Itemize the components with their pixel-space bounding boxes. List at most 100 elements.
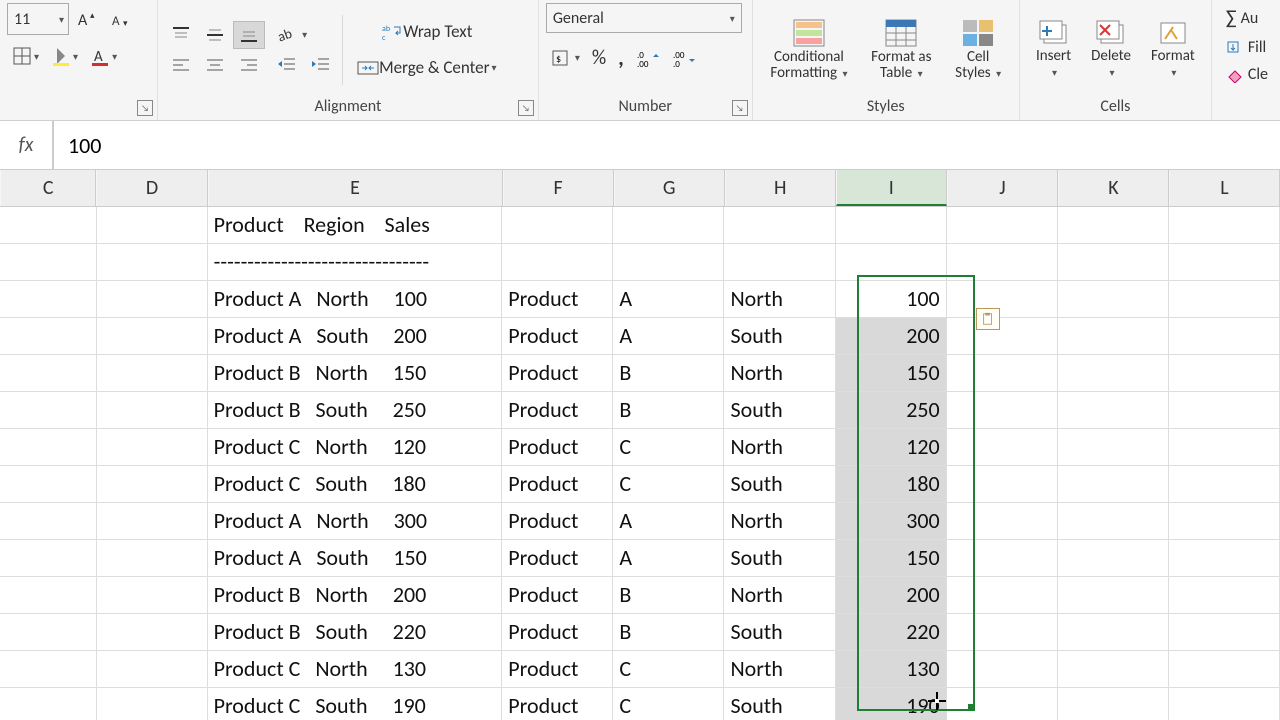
cell[interactable] — [1169, 688, 1280, 720]
cell[interactable] — [1058, 429, 1169, 465]
cell[interactable] — [97, 577, 208, 613]
cell[interactable] — [947, 688, 1058, 720]
cell[interactable]: Product A North 300 — [208, 503, 503, 539]
cell[interactable]: 220 — [836, 614, 947, 650]
cell[interactable] — [97, 503, 208, 539]
cell[interactable]: Product — [502, 318, 613, 354]
cell[interactable]: Product C North 130 — [208, 651, 503, 687]
cell[interactable] — [0, 355, 97, 391]
cell[interactable]: A — [613, 503, 724, 539]
cell[interactable]: 150 — [836, 355, 947, 391]
comma-button[interactable]: , — [613, 41, 629, 74]
cell[interactable] — [0, 429, 97, 465]
cell[interactable]: B — [613, 577, 724, 613]
cell[interactable]: South — [724, 318, 835, 354]
cell[interactable] — [0, 651, 97, 687]
cell[interactable]: North — [724, 355, 835, 391]
delete-button[interactable]: Delete▾ — [1084, 16, 1138, 84]
cell[interactable] — [836, 207, 947, 243]
fill-color-button[interactable]: ▾ — [46, 43, 83, 69]
cell[interactable] — [1169, 355, 1280, 391]
cell[interactable]: Product B South 220 — [208, 614, 503, 650]
cell[interactable] — [97, 355, 208, 391]
column-header-C[interactable]: C — [0, 170, 96, 206]
cell[interactable] — [97, 244, 208, 280]
cell[interactable]: A — [613, 540, 724, 576]
cell[interactable] — [97, 429, 208, 465]
cell[interactable]: Product — [502, 540, 613, 576]
cell[interactable]: Product B South 250 — [208, 392, 503, 428]
cell[interactable]: 300 — [836, 503, 947, 539]
cell[interactable] — [0, 392, 97, 428]
cell[interactable] — [0, 688, 97, 720]
cell[interactable]: 250 — [836, 392, 947, 428]
increase-decimal-button[interactable]: .0.00 — [631, 45, 665, 71]
format-button[interactable]: Format▾ — [1144, 16, 1202, 84]
cell[interactable]: Product — [502, 281, 613, 317]
cell[interactable]: 100 — [836, 281, 947, 317]
cell[interactable] — [947, 244, 1058, 280]
align-top-button[interactable] — [165, 21, 197, 49]
cell[interactable] — [0, 503, 97, 539]
column-header-G[interactable]: G — [614, 170, 725, 206]
cell[interactable]: South — [724, 688, 835, 720]
accounting-format-button[interactable]: $▾ — [546, 45, 585, 71]
cell[interactable]: Product — [502, 466, 613, 502]
align-left-button[interactable] — [165, 51, 197, 79]
cell[interactable] — [1169, 540, 1280, 576]
column-header-H[interactable]: H — [725, 170, 836, 206]
cell[interactable]: C — [613, 466, 724, 502]
cell[interactable] — [1058, 244, 1169, 280]
column-header-I[interactable]: I — [836, 170, 947, 206]
wrap-text-button[interactable]: abc Wrap Text — [348, 16, 506, 47]
cell[interactable] — [1058, 318, 1169, 354]
cell[interactable] — [1058, 281, 1169, 317]
cell[interactable] — [0, 466, 97, 502]
cell[interactable]: Product C North 120 — [208, 429, 503, 465]
column-header-F[interactable]: F — [503, 170, 614, 206]
cell[interactable]: South — [724, 392, 835, 428]
cell[interactable]: 150 — [836, 540, 947, 576]
column-header-J[interactable]: J — [947, 170, 1058, 206]
cell[interactable]: 200 — [836, 577, 947, 613]
cell[interactable]: C — [613, 651, 724, 687]
paste-options-button[interactable] — [976, 308, 1000, 330]
cell[interactable] — [502, 244, 613, 280]
font-size-input[interactable]: 11 ▾ — [7, 3, 69, 35]
cell[interactable] — [1169, 207, 1280, 243]
cell[interactable] — [1169, 392, 1280, 428]
cell[interactable] — [947, 466, 1058, 502]
cell[interactable]: North — [724, 429, 835, 465]
increase-indent-button[interactable] — [305, 51, 337, 79]
spreadsheet-grid[interactable]: CDEFGHIJKLProduct Region Sales----------… — [0, 170, 1280, 720]
cell[interactable]: 180 — [836, 466, 947, 502]
column-header-L[interactable]: L — [1169, 170, 1280, 206]
cell[interactable]: B — [613, 355, 724, 391]
decrease-font-button[interactable]: A▾ — [105, 5, 137, 33]
merge-center-button[interactable]: Merge & Center ▾ — [348, 52, 506, 83]
cell[interactable]: Product — [502, 577, 613, 613]
cell[interactable] — [947, 503, 1058, 539]
autosum-button[interactable]: ∑Au — [1221, 3, 1264, 33]
cell[interactable]: B — [613, 392, 724, 428]
cell[interactable] — [1058, 466, 1169, 502]
cell[interactable] — [724, 244, 835, 280]
column-header-D[interactable]: D — [96, 170, 207, 206]
cell[interactable]: Product A South 150 — [208, 540, 503, 576]
cell[interactable] — [1058, 540, 1169, 576]
fx-icon[interactable]: fx — [0, 121, 53, 169]
cell[interactable]: South — [724, 540, 835, 576]
cell[interactable] — [502, 207, 613, 243]
cell[interactable] — [947, 281, 1058, 317]
cell[interactable]: 130 — [836, 651, 947, 687]
cell[interactable] — [1169, 651, 1280, 687]
cell[interactable] — [0, 318, 97, 354]
cell[interactable] — [1169, 466, 1280, 502]
cell[interactable] — [97, 318, 208, 354]
formula-input[interactable]: 100 — [53, 121, 1280, 169]
cell[interactable] — [947, 540, 1058, 576]
cell[interactable] — [1169, 244, 1280, 280]
cell[interactable] — [947, 318, 1058, 354]
cell[interactable]: Product C South 180 — [208, 466, 503, 502]
orientation-button[interactable]: ab▾ — [271, 21, 312, 49]
